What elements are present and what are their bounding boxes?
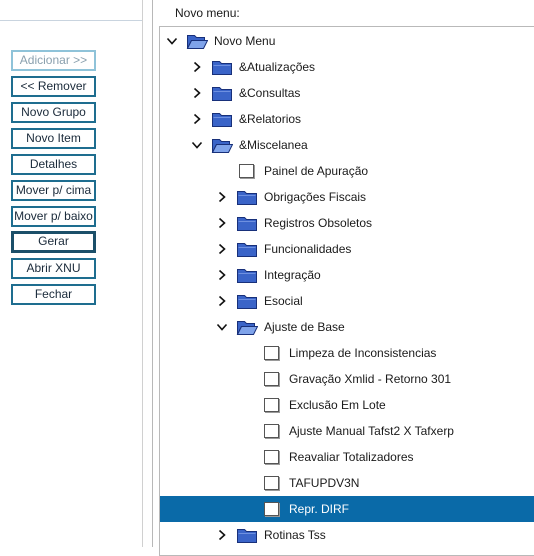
tree-node-label: Gravação Xmlid - Retorno 301 bbox=[289, 372, 452, 386]
menu-item-icon bbox=[264, 372, 279, 386]
tree-node[interactable]: Limpeza de Inconsistencias bbox=[160, 340, 534, 366]
tree-node-label: Obrigações Fiscais bbox=[264, 190, 367, 204]
tree-node-label: &Consultas bbox=[239, 86, 301, 100]
close-button[interactable]: Fechar bbox=[11, 284, 96, 305]
menu-item-icon bbox=[264, 502, 279, 516]
new-item-button[interactable]: Novo Item bbox=[11, 128, 96, 149]
move-up-button[interactable]: Mover p/ cima bbox=[11, 180, 96, 201]
tree-node-label: Funcionalidades bbox=[264, 242, 352, 256]
left-panel: Adicionar >> << Remover Novo Grupo Novo … bbox=[0, 0, 142, 547]
menu-tree[interactable]: Novo Menu &Atualizações &Consultas &Relator… bbox=[159, 26, 534, 556]
menu-item-icon bbox=[264, 346, 279, 360]
chevron-right-icon[interactable] bbox=[216, 269, 228, 281]
folder-icon bbox=[236, 188, 258, 206]
chevron-right-icon[interactable] bbox=[216, 295, 228, 307]
tree-node[interactable]: Ajuste de Base bbox=[160, 314, 534, 340]
menu-item-icon bbox=[264, 398, 279, 412]
chevron-right-icon[interactable] bbox=[191, 61, 203, 73]
tree-node-label: Integração bbox=[264, 268, 321, 282]
folder-icon bbox=[236, 214, 258, 232]
folder-open-icon bbox=[186, 32, 209, 50]
menu-item-icon bbox=[264, 476, 279, 490]
remove-button[interactable]: << Remover bbox=[11, 76, 96, 97]
tree-node-label: Rotinas Tss bbox=[264, 528, 326, 542]
tree-node[interactable]: Obrigações Fiscais bbox=[160, 184, 534, 210]
tree-node[interactable]: &Relatorios bbox=[160, 106, 534, 132]
folder-open-icon bbox=[236, 318, 259, 336]
folder-icon bbox=[211, 58, 233, 76]
tree-node-label: TAFUPDV3N bbox=[289, 476, 360, 490]
folder-icon bbox=[236, 292, 258, 310]
tree-node-label: Novo Menu bbox=[214, 34, 276, 48]
chevron-right-icon[interactable] bbox=[216, 191, 228, 203]
tree-node[interactable]: Gravação Xmlid - Retorno 301 bbox=[160, 366, 534, 392]
menu-item-icon bbox=[239, 164, 254, 178]
panel-divider bbox=[142, 0, 143, 547]
folder-icon bbox=[211, 110, 233, 128]
chevron-right-icon[interactable] bbox=[216, 217, 228, 229]
chevron-right-icon[interactable] bbox=[216, 529, 228, 541]
tree-node-label: &Atualizações bbox=[239, 60, 316, 74]
tree-node[interactable]: &Atualizações bbox=[160, 54, 534, 80]
tree-node-label: Ajuste de Base bbox=[264, 320, 345, 334]
tree-node[interactable]: Funcionalidades bbox=[160, 236, 534, 262]
details-button[interactable]: Detalhes bbox=[11, 154, 96, 175]
tree-node-label: Registros Obsoletos bbox=[264, 216, 373, 230]
tree-node[interactable]: Rotinas Tss bbox=[160, 522, 534, 548]
left-panel-top-strip bbox=[0, 0, 142, 21]
chevron-right-icon[interactable] bbox=[191, 113, 203, 125]
tree-node-label: &Relatorios bbox=[239, 112, 302, 126]
menu-item-icon bbox=[264, 424, 279, 438]
tree-node-label: Esocial bbox=[264, 294, 303, 308]
generate-button[interactable]: Gerar bbox=[11, 231, 96, 253]
add-button[interactable]: Adicionar >> bbox=[11, 50, 96, 71]
splitter[interactable] bbox=[152, 0, 153, 547]
open-xnu-button[interactable]: Abrir XNU bbox=[11, 258, 96, 279]
tree-node-label: Exclusão Em Lote bbox=[289, 398, 386, 412]
tree-node-label: Painel de Apuração bbox=[264, 164, 369, 178]
new-menu-label: Novo menu: bbox=[175, 6, 240, 20]
move-down-button[interactable]: Mover p/ baixo bbox=[11, 206, 96, 227]
folder-icon bbox=[236, 526, 258, 544]
folder-icon bbox=[236, 240, 258, 258]
tree-node[interactable]: Registros Obsoletos bbox=[160, 210, 534, 236]
tree-node-label: Repr. DIRF bbox=[289, 502, 350, 516]
chevron-right-icon[interactable] bbox=[216, 243, 228, 255]
chevron-down-icon[interactable] bbox=[191, 139, 203, 151]
tree-node[interactable]: Exclusão Em Lote bbox=[160, 392, 534, 418]
new-group-button[interactable]: Novo Grupo bbox=[11, 102, 96, 123]
tree-node[interactable]: Novo Menu bbox=[160, 28, 534, 54]
tree-node[interactable]: Esocial bbox=[160, 288, 534, 314]
tree-node-label: &Miscelanea bbox=[239, 138, 308, 152]
tree-node[interactable]: Integração bbox=[160, 262, 534, 288]
folder-open-icon bbox=[211, 136, 234, 154]
tree-node-label: Reavaliar Totalizadores bbox=[289, 450, 414, 464]
tree-node-label: Limpeza de Inconsistencias bbox=[289, 346, 437, 360]
chevron-right-icon[interactable] bbox=[191, 87, 203, 99]
tree-node-label: Ajuste Manual Tafst2 X Tafxerp bbox=[289, 424, 454, 438]
menu-item-icon bbox=[264, 450, 279, 464]
folder-icon bbox=[211, 84, 233, 102]
tree-node[interactable]: &Miscelanea bbox=[160, 132, 534, 158]
tree-node[interactable]: Reavaliar Totalizadores bbox=[160, 444, 534, 470]
tree-node[interactable]: TAFUPDV3N bbox=[160, 470, 534, 496]
folder-icon bbox=[236, 266, 258, 284]
tree-node[interactable]: Painel de Apuração bbox=[160, 158, 534, 184]
tree-node[interactable]: Ajuste Manual Tafst2 X Tafxerp bbox=[160, 418, 534, 444]
tree-node[interactable]: Repr. DIRF bbox=[160, 496, 534, 522]
chevron-down-icon[interactable] bbox=[216, 321, 228, 333]
chevron-down-icon[interactable] bbox=[166, 35, 178, 47]
tree-node[interactable]: &Consultas bbox=[160, 80, 534, 106]
